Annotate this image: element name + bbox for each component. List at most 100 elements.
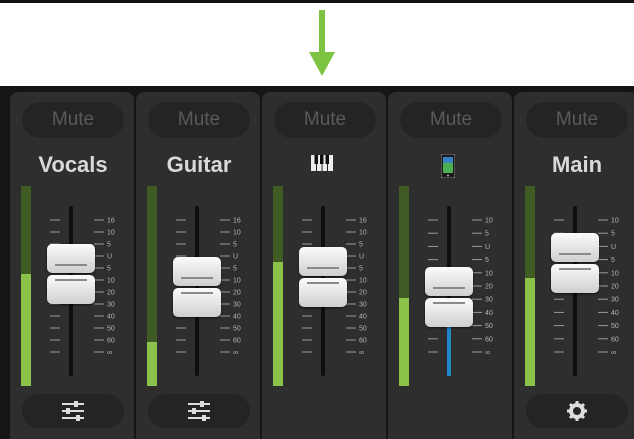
scale-label: ∞	[611, 350, 616, 357]
channel-label: Vocals	[38, 152, 108, 177]
scale-label: U	[485, 244, 490, 251]
fader-grip-line	[307, 282, 339, 284]
fader-grip-line	[181, 292, 213, 295]
scale-label: 60	[233, 338, 241, 345]
scale-label: 5	[233, 266, 237, 273]
scale-label: 5	[107, 266, 111, 273]
down-arrow-icon	[309, 10, 335, 76]
fader-grip-line	[181, 277, 213, 280]
scale-label: 5	[485, 231, 489, 238]
level-meter-fill	[525, 278, 535, 386]
channel-settings-button[interactable]	[148, 394, 250, 428]
scale-label: 16	[107, 218, 115, 225]
scale-label: 50	[611, 323, 619, 330]
channel-strip-keys: Mute 16 10 5 U 5 10 20 30 40 50 60 ∞	[262, 92, 386, 439]
scale-label: 30	[359, 302, 367, 309]
mute-button[interactable]: Mute	[22, 102, 124, 138]
fader-knob-bottom	[47, 274, 95, 304]
scale-label: 20	[485, 284, 493, 291]
scale-label: 10	[611, 218, 619, 225]
gear-icon	[567, 401, 587, 421]
phone-icon	[441, 154, 455, 178]
level-meter	[399, 186, 409, 386]
fader-knob[interactable]	[425, 267, 473, 328]
fader-knob-top	[47, 243, 95, 273]
scale-label: 5	[485, 257, 489, 264]
scale-label: 10	[107, 278, 115, 285]
fader-grip-line	[55, 278, 87, 281]
scale-label: 16	[233, 218, 241, 225]
fader-knob[interactable]	[299, 247, 347, 307]
scale-label: ∞	[233, 350, 238, 357]
level-meter	[273, 186, 283, 386]
mute-button[interactable]: Mute	[526, 102, 628, 138]
level-meter-fill	[147, 342, 157, 386]
scale-label: 40	[359, 314, 367, 321]
scale-label: 5	[107, 242, 111, 249]
scale-label: 5	[359, 266, 363, 273]
scale-label: 40	[611, 310, 619, 317]
channel-settings-button[interactable]	[526, 394, 628, 428]
scale-label: 60	[107, 338, 115, 345]
sliders-icon	[62, 401, 84, 421]
mute-button[interactable]: Mute	[274, 102, 376, 138]
sliders-icon	[188, 401, 210, 421]
scale-label: 5	[233, 242, 237, 249]
level-meter	[147, 186, 157, 386]
scale-label: 60	[485, 336, 493, 343]
scale-label: 40	[233, 314, 241, 321]
channel-label: Main	[551, 152, 603, 177]
scale-label: 40	[485, 310, 493, 317]
scale-label: ∞	[359, 350, 364, 357]
level-meter	[525, 186, 535, 386]
fader-grip-line	[433, 287, 465, 290]
channel-label: Guitar	[166, 152, 232, 177]
scale-label: U	[611, 244, 616, 251]
scale-label: 50	[485, 323, 493, 330]
scale-label: 40	[107, 314, 115, 321]
channel-strip-vocals: Mute Vocals 16 10 5 U 5 10 20 30 40 50 60 ∞	[10, 92, 134, 439]
fader-knob-top	[299, 247, 347, 276]
level-meter-fill	[273, 262, 283, 386]
fader-knob-top	[551, 233, 599, 263]
scale-label: 20	[233, 290, 241, 297]
level-meter-fill	[21, 274, 31, 386]
channel-settings-button[interactable]	[22, 394, 124, 428]
mute-button[interactable]: Mute	[400, 102, 502, 138]
fader-grip-line	[559, 268, 591, 271]
fader-knob[interactable]	[551, 233, 599, 294]
fader-knob[interactable]	[173, 257, 221, 318]
mute-button[interactable]: Mute	[148, 102, 250, 138]
scale-label: 50	[359, 326, 367, 333]
scale-label: U	[233, 254, 238, 261]
channel-strip-device: Mute 10 5 U 5 10 20 30 40 50 60 ∞	[388, 92, 512, 439]
fader-knob-bottom	[551, 264, 599, 294]
scale-label: 10	[233, 230, 241, 237]
fader-knob-top	[425, 267, 473, 297]
fader-knob-bottom	[299, 278, 347, 307]
scale-label: 10	[359, 230, 367, 237]
scale-label: 20	[611, 284, 619, 291]
fader-grip-line	[55, 263, 87, 266]
scale-label: 16	[359, 218, 367, 225]
scale-label: 20	[107, 290, 115, 297]
scale-label: U	[107, 254, 112, 261]
scale-label: 60	[611, 336, 619, 343]
fader-knob[interactable]	[47, 243, 95, 304]
scale-label: 30	[611, 297, 619, 304]
level-meter-fill	[399, 298, 409, 386]
scale-label: 20	[359, 290, 367, 297]
level-meter	[21, 186, 31, 386]
scale-label: 50	[107, 326, 115, 333]
fader-knob-top	[173, 257, 221, 287]
scale-label: 5	[611, 231, 615, 238]
scale-label: 30	[107, 302, 115, 309]
channel-strip-guitar: Mute Guitar 16 10 5 U 5 10 20 30 40 50 60 ∞	[136, 92, 260, 439]
scale-label: 60	[359, 338, 367, 345]
fader-grip-line	[307, 267, 339, 269]
fader-knob-bottom	[425, 298, 473, 328]
scale-label: 30	[485, 297, 493, 304]
scale-label: 10	[107, 230, 115, 237]
scale-label: 10	[485, 218, 493, 225]
piano-icon	[311, 155, 333, 171]
